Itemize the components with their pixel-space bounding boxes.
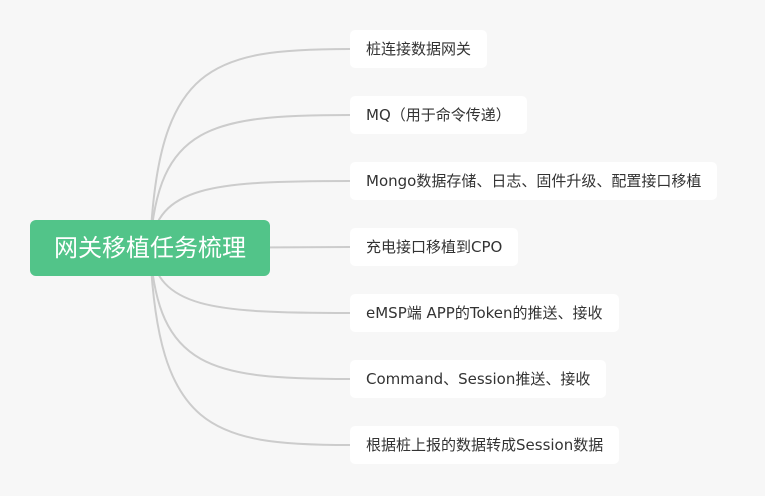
child-topic-mq[interactable]: MQ（用于命令传递）	[350, 96, 527, 134]
child-topic-command-session[interactable]: Command、Session推送、接收	[350, 360, 607, 398]
child-topic-session-conversion[interactable]: 根据桩上报的数据转成Session数据	[350, 426, 620, 464]
root-topic[interactable]: 网关移植任务梳理	[30, 220, 270, 276]
connector-line-6	[149, 247, 351, 446]
child-topic-mongo-storage[interactable]: Mongo数据存储、日志、固件升级、配置接口移植	[350, 162, 718, 200]
connector-line-0	[149, 48, 351, 249]
child-topic-charging-interface[interactable]: 充电接口移植到CPO	[350, 228, 519, 266]
child-topic-emsp-token[interactable]: eMSP端 APP的Token的推送、接收	[350, 294, 619, 332]
child-topic-charger-gateway[interactable]: 桩连接数据网关	[350, 30, 488, 68]
